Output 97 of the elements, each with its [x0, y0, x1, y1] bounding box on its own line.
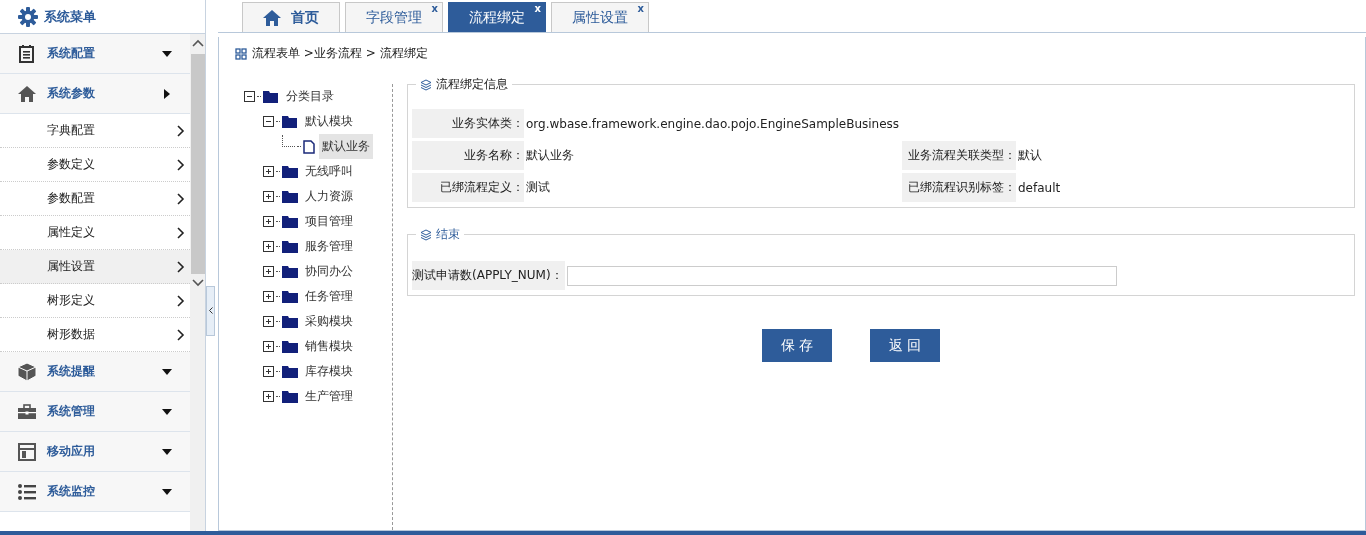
grid-icon: [235, 47, 247, 60]
save-button[interactable]: 保 存: [762, 329, 832, 362]
expand-toggle[interactable]: [263, 266, 274, 277]
field-label: 业务流程关联类型：: [902, 141, 1016, 170]
folder-icon: [282, 165, 298, 178]
section-title: 流程绑定信息: [436, 76, 508, 93]
chevron-right-icon: [177, 192, 185, 205]
chevron-right-icon: [177, 158, 185, 171]
expand-toggle[interactable]: [263, 291, 274, 302]
folder-icon: [282, 190, 298, 203]
tree-item[interactable]: 默认模块: [302, 109, 356, 134]
tab[interactable]: 流程绑定 x: [448, 2, 546, 32]
collapse-toggle[interactable]: [244, 91, 255, 102]
folder-icon: [282, 240, 298, 253]
tree-item[interactable]: 无线呼叫: [302, 159, 356, 184]
scrollbar[interactable]: [190, 34, 205, 531]
settings-icon: [18, 6, 38, 27]
layers-icon: [420, 228, 432, 241]
section-title: 结束: [436, 226, 460, 243]
chevron-right-icon: [177, 226, 185, 239]
tree-item[interactable]: 任务管理: [302, 284, 356, 309]
chevron-right-icon: [177, 124, 185, 137]
scroll-up-icon[interactable]: [190, 38, 205, 48]
field-value: 测试: [525, 179, 551, 196]
folder-icon: [282, 365, 298, 378]
tree-item[interactable]: 协同办公: [302, 259, 356, 284]
menu-icon: [17, 442, 37, 461]
field-value: default: [1017, 179, 1062, 197]
chevron-right-icon: [177, 260, 185, 273]
sidebar-title: 系统菜单: [44, 7, 96, 26]
layers-icon: [420, 78, 432, 91]
tree-item[interactable]: 生产管理: [302, 384, 356, 409]
expand-toggle[interactable]: [263, 216, 274, 227]
caret-icon: [162, 48, 172, 59]
collapse-toggle[interactable]: [263, 116, 274, 127]
field-label: 测试申请数(APPLY_NUM)：: [412, 261, 565, 290]
menu-icon: [17, 362, 37, 381]
caret-icon: [162, 446, 172, 457]
field-label: 业务实体类：: [412, 109, 524, 138]
tree-item[interactable]: 销售模块: [302, 334, 356, 359]
breadcrumb: 流程表单 >业务流程 > 流程绑定: [252, 45, 428, 62]
tree-item[interactable]: 分类目录: [283, 84, 337, 109]
close-button[interactable]: x: [637, 3, 644, 15]
scroll-down-icon[interactable]: [190, 278, 205, 288]
field-label: 已绑流程识别标签：: [902, 173, 1016, 202]
menu-icon: [17, 402, 37, 421]
home-icon: [263, 9, 281, 26]
menu-icon: [17, 482, 37, 501]
close-button[interactable]: x: [534, 3, 541, 15]
field-value: org.wbase.framework.engine.dao.pojo.EngineSampleBusiness: [525, 115, 901, 133]
expand-toggle[interactable]: [263, 391, 274, 402]
chevron-right-icon: [177, 294, 185, 307]
expand-toggle[interactable]: [263, 316, 274, 327]
tab[interactable]: 属性设置 x: [551, 2, 649, 32]
submenu-item[interactable]: 属性设置: [0, 250, 190, 284]
menu-group[interactable]: 系统配置: [0, 34, 190, 74]
folder-icon: [263, 90, 279, 103]
tree-item[interactable]: 采购模块: [302, 309, 356, 334]
menu-group[interactable]: 系统提醒: [0, 352, 190, 392]
collapse-handle[interactable]: [206, 285, 215, 336]
field-label: 业务名称：: [412, 141, 524, 170]
caret-icon: [162, 486, 172, 497]
expand-toggle[interactable]: [263, 341, 274, 352]
input-field[interactable]: [566, 265, 1117, 286]
tree-item[interactable]: 项目管理: [302, 209, 356, 234]
folder-icon: [282, 265, 298, 278]
menu-icon: [17, 84, 37, 103]
caret-icon: [162, 88, 172, 99]
menu-group[interactable]: 系统参数: [0, 74, 190, 114]
field-label: 已绑流程定义：: [412, 173, 524, 202]
folder-icon: [282, 390, 298, 403]
back-button[interactable]: 返 回: [870, 329, 940, 362]
folder-icon: [282, 340, 298, 353]
field-value: 默认: [1017, 147, 1043, 164]
menu-group[interactable]: 移动应用: [0, 432, 190, 472]
expand-toggle[interactable]: [263, 366, 274, 377]
chevron-right-icon: [177, 328, 185, 341]
menu-group[interactable]: 系统管理: [0, 392, 190, 432]
menu-icon: [17, 44, 37, 63]
expand-toggle[interactable]: [263, 191, 274, 202]
tree-item[interactable]: 库存模块: [302, 359, 356, 384]
caret-icon: [162, 366, 172, 377]
close-button[interactable]: x: [431, 3, 438, 15]
tab[interactable]: 首页: [242, 2, 340, 32]
tree-item[interactable]: 人力资源: [302, 184, 356, 209]
tab[interactable]: 字段管理 x: [345, 2, 443, 32]
expand-toggle[interactable]: [263, 241, 274, 252]
tree-item[interactable]: 服务管理: [302, 234, 356, 259]
expand-toggle[interactable]: [263, 166, 274, 177]
tree-item[interactable]: 默认业务: [319, 134, 373, 159]
folder-icon: [282, 115, 298, 128]
folder-icon: [282, 315, 298, 328]
folder-icon: [282, 290, 298, 303]
folder-icon: [282, 215, 298, 228]
field-value: 默认业务: [525, 147, 575, 164]
caret-icon: [162, 406, 172, 417]
menu-group[interactable]: 系统监控: [0, 472, 190, 512]
